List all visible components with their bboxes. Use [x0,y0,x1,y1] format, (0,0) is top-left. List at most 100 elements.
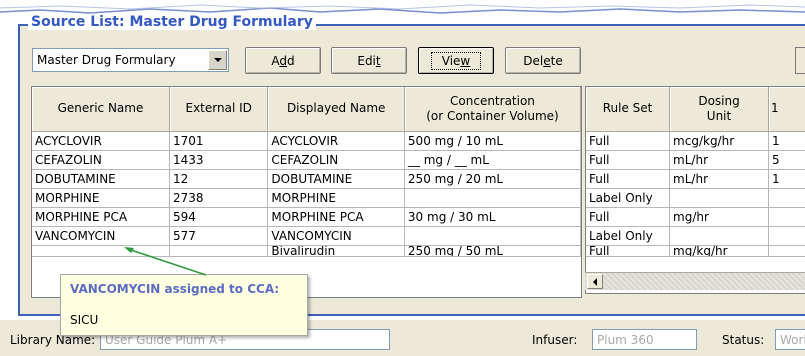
cell-rule-set: Full [586,131,671,151]
table-row[interactable]: Full mL/hr 5 [586,150,805,170]
view-label: View [430,51,482,70]
cell-external-id: 577 [169,226,269,246]
concentration-line1: Concentration [450,93,535,108]
table-row[interactable]: Full mL/hr 1 [586,169,805,189]
rules-table: Rule Set Dosing Unit 1 Full mcg/kg/hr 1 Ful… [585,86,805,294]
cell-truncated: 5 [768,150,805,170]
col-header-concentration[interactable]: Concentration (or Container Volume) [404,87,581,132]
edit-button[interactable]: Edit [331,47,407,74]
cell-truncated [768,245,805,257]
table-row[interactable]: ACYCLOVIR 1701 ACYCLOVIR 500 mg / 10 mL [32,131,581,151]
cell-truncated [768,226,805,246]
cell-dosing-unit: mL/hr [669,150,769,170]
cell-displayed-name: MORPHINE [267,188,405,208]
cell-generic-name: MORPHINE [32,188,170,208]
cell-dosing-unit: mg/kg/hr [669,245,769,257]
cell-rule-set: Full [586,245,671,257]
cell-displayed-name: ACYCLOVIR [267,131,405,151]
cell-generic-name: CEFAZOLIN [32,150,170,170]
table-row[interactable]: Bivalirudin 250 mg / 50 mL [32,245,581,257]
tooltip-title: VANCOMYCIN assigned to CCA: [70,282,280,296]
cell-external-id: 1701 [169,131,269,151]
cell-concentration: 30 mg / 30 mL [404,207,581,227]
add-label-post: d [287,53,295,68]
dosing-line1: Dosing [698,93,740,108]
cell-concentration [404,226,581,246]
col-header-external-id[interactable]: External ID [169,87,269,132]
cell-displayed-name: VANCOMYCIN [267,226,405,246]
delete-button[interactable]: Delete [505,47,581,74]
table-row[interactable]: Full mg/kg/hr [586,245,805,257]
col-header-dosing-unit[interactable]: Dosing Unit [669,87,769,132]
cell-generic-name: MORPHINE PCA [32,207,170,227]
cell-external-id: 1433 [169,150,269,170]
col-header-rule-set[interactable]: Rule Set [586,87,671,132]
table-row[interactable]: Label Only [586,226,805,246]
view-accelerator: w [460,53,471,68]
source-list-dropdown[interactable]: Master Drug Formulary [32,48,229,72]
cell-concentration [404,188,581,208]
cell-generic-name: ACYCLOVIR [32,131,170,151]
cell-displayed-name: Bivalirudin [267,245,405,257]
table-row[interactable]: CEFAZOLIN 1433 CEFAZOLIN __ mg / __ mL [32,150,581,170]
cell-rule-set: Label Only [586,226,671,246]
add-label: Add [271,54,294,68]
rules-grid: Rule Set Dosing Unit 1 Full mcg/kg/hr 1 Ful… [586,87,805,257]
infuser-field[interactable]: Plum 360 [592,329,697,350]
cell-concentration: __ mg / __ mL [404,150,581,170]
dropdown-arrow-button[interactable] [208,50,227,70]
cell-rule-set: Full [586,207,671,227]
cell-truncated: 1 [768,169,805,189]
assignment-tooltip: VANCOMYCIN assigned to CCA: SICU [60,274,308,336]
table-row[interactable]: MORPHINE 2738 MORPHINE [32,188,581,208]
cell-external-id: 12 [169,169,269,189]
cell-generic-name: DOBUTAMINE [32,169,170,189]
status-label: Status: [722,333,765,347]
view-label-pre: Vie [441,53,461,68]
cell-truncated [768,188,805,208]
delete-label-post: te [550,53,563,68]
cell-displayed-name: DOBUTAMINE [267,169,405,189]
delete-label: Delete [523,54,562,68]
table-row[interactable]: Full mg/hr [586,207,805,227]
scroll-left-button[interactable] [587,274,603,289]
table-row[interactable]: DOBUTAMINE 12 DOBUTAMINE 250 mg / 20 mL [32,169,581,189]
formulary-window: Source List: Master Drug Formulary Maste… [0,0,805,356]
add-button[interactable]: Add [245,47,321,74]
cell-rule-set: Full [586,150,671,170]
offscreen-button[interactable] [795,47,805,74]
cell-external-id: 594 [169,207,269,227]
cell-displayed-name: CEFAZOLIN [267,150,405,170]
cell-dosing-unit [669,188,769,208]
cell-dosing-unit: mL/hr [669,169,769,189]
cell-rule-set: Label Only [586,188,671,208]
chevron-down-icon [213,58,222,62]
delete-label-pre: Del [523,53,544,68]
drug-list-table: Generic Name External ID Displayed Name … [31,86,582,298]
infuser-label: Infuser: [532,333,578,347]
add-accelerator: d [279,53,287,68]
cell-concentration: 250 mg / 50 mL [404,245,581,257]
cell-external-id [169,245,269,257]
cell-rule-set: Full [586,169,671,189]
col-header-generic-name[interactable]: Generic Name [32,87,170,132]
table-row[interactable]: Label Only [586,188,805,208]
table-header-row: Rule Set Dosing Unit 1 [586,87,805,132]
cell-external-id: 2738 [169,188,269,208]
table-row[interactable]: MORPHINE PCA 594 MORPHINE PCA 30 mg / 30 mL [32,207,581,227]
dropdown-value: Master Drug Formulary [37,53,176,67]
horizontal-scrollbar[interactable] [585,272,805,290]
col-header-truncated[interactable]: 1 [768,87,805,132]
table-row[interactable]: Full mcg/kg/hr 1 [586,131,805,151]
table-row[interactable]: VANCOMYCIN 577 VANCOMYCIN [32,226,581,246]
col-header-displayed-name[interactable]: Displayed Name [267,87,405,132]
chevron-left-icon [593,277,597,286]
cell-generic-name: VANCOMYCIN [32,226,170,246]
status-field[interactable]: Working [775,329,805,350]
view-button[interactable]: View [418,47,494,74]
edit-label-pre: Edi [357,53,376,68]
cell-concentration: 250 mg / 20 mL [404,169,581,189]
cell-concentration: 500 mg / 10 mL [404,131,581,151]
concentration-line2: (or Container Volume) [426,108,559,123]
cell-generic-name [32,245,170,257]
